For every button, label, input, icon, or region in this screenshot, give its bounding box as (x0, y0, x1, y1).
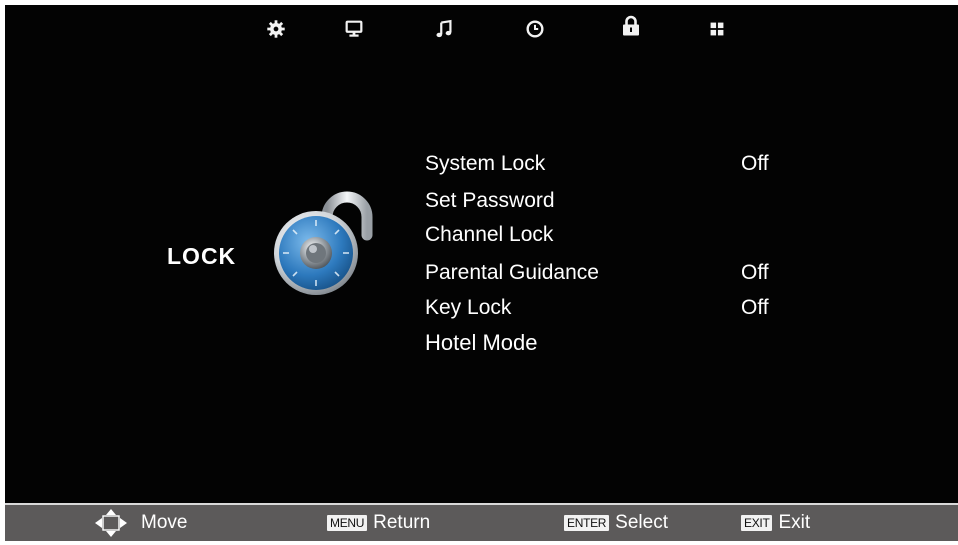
menu-item-hotel-mode[interactable]: Hotel Mode (425, 330, 538, 356)
directional-arrows-icon (95, 509, 127, 537)
menu-item-parental-guidance[interactable]: Parental Guidance Off (425, 261, 769, 285)
menu-item-label: Key Lock (425, 296, 512, 319)
menu-item-label: Set Password (425, 189, 555, 212)
hint-move-label: Move (141, 512, 188, 533)
enter-key-badge: ENTER (564, 515, 610, 531)
hint-move: Move (93, 505, 187, 541)
exit-key-badge: EXIT (741, 515, 773, 531)
menu-item-value: Off (741, 296, 769, 319)
menu-item-label: Channel Lock (425, 223, 554, 246)
menu-item-label: System Lock (425, 152, 546, 175)
menu-key-badge: MENU (327, 515, 368, 531)
menu-item-label: Hotel Mode (425, 330, 538, 355)
lock-menu: System Lock Off Set Password Channel Loc… (5, 5, 958, 505)
menu-item-channel-lock[interactable]: Channel Lock (425, 223, 553, 247)
hint-exit: EXIT Exit (741, 505, 810, 541)
menu-item-value: Off (741, 261, 769, 284)
hint-return-label: Return (373, 512, 431, 533)
hint-return: MENU Return (327, 505, 430, 541)
menu-item-key-lock[interactable]: Key Lock Off (425, 296, 769, 320)
footer-hint-bar: Move MENU Return ENTER Select EXIT Exit (5, 505, 958, 541)
menu-item-value: Off (741, 152, 769, 175)
hint-select-label: Select (615, 512, 668, 533)
hint-select: ENTER Select (564, 505, 668, 541)
hint-exit-label: Exit (778, 512, 811, 533)
menu-item-label: Parental Guidance (425, 261, 599, 284)
tv-menu-screen: LOCK System Lock Off Set Password Channe… (5, 5, 958, 505)
menu-item-system-lock[interactable]: System Lock Off (425, 152, 769, 176)
menu-item-set-password[interactable]: Set Password (425, 189, 555, 213)
